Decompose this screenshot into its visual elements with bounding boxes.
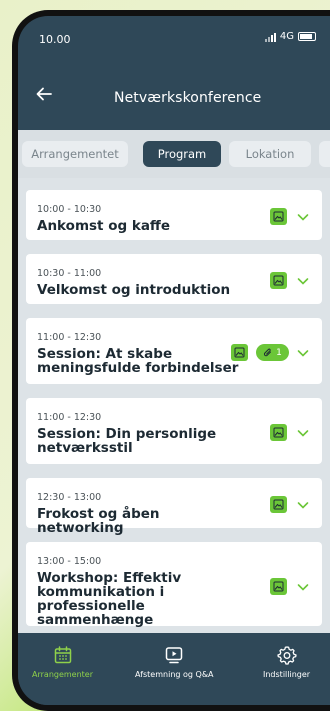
nav-label: Indstillinger — [263, 670, 311, 679]
calendar-icon — [54, 646, 71, 664]
network-type: 4G — [279, 31, 294, 42]
session-time: 12:30 - 13:00 — [37, 492, 102, 503]
image-icon — [270, 424, 287, 441]
image-icon — [270, 272, 287, 289]
status-indicators: 4G — [264, 31, 316, 42]
tab-lokation[interactable]: Lokation — [229, 141, 311, 167]
session-time: 13:00 - 15:00 — [37, 556, 102, 567]
chevron-down-icon[interactable] — [296, 274, 310, 288]
chevron-down-icon[interactable] — [296, 580, 310, 594]
gear-icon — [276, 646, 297, 665]
session-time: 11:00 - 12:30 — [37, 412, 102, 423]
tab-arrangementet[interactable]: Arrangementet — [22, 141, 128, 167]
nav-item-afstemning[interactable]: Afstemning og Q&A — [135, 645, 214, 679]
attachment-count: 1 — [276, 347, 282, 358]
session-card[interactable]: 12:30 - 13:00 Frokost og åben networking — [26, 478, 322, 535]
session-title: Ankomst og kaffe — [37, 218, 171, 234]
app-bar: Netværkskonference — [18, 74, 330, 114]
session-time: 10:00 - 10:30 — [37, 204, 102, 215]
nav-item-indstillinger[interactable]: Indstillinger — [263, 645, 310, 679]
image-icon — [270, 208, 287, 225]
arrow-left-icon — [36, 87, 52, 101]
app-screen: 10.00 4G Netværkskonference Arrangemente… — [18, 16, 330, 705]
tab-bar: Arrangementet Program Lokation D — [18, 130, 330, 178]
session-title: Session: Din personlige netværksstil — [37, 426, 217, 456]
attachment-badge: 1 — [256, 344, 289, 361]
session-title: Workshop: Effektiv kommunikation i profe… — [37, 570, 182, 628]
nav-label: Afstemning og Q&A — [135, 670, 214, 679]
back-button[interactable] — [30, 80, 58, 108]
session-time: 11:00 - 12:30 — [37, 332, 102, 343]
phone-frame: 10.00 4G Netværkskonference Arrangemente… — [12, 10, 330, 711]
play-screen-icon — [166, 647, 183, 664]
tab-more[interactable]: D — [319, 141, 330, 167]
status-bar: 10.00 4G — [18, 16, 330, 56]
session-title: Velkomst og introduktion — [37, 282, 231, 298]
program-list: 10:00 - 10:30 Ankomst og kaffe 10:30 - 1… — [18, 178, 330, 633]
image-icon — [270, 496, 287, 513]
session-card[interactable]: 13:00 - 15:00 Workshop: Effektiv kommuni… — [26, 542, 322, 628]
chevron-down-icon[interactable] — [296, 346, 310, 360]
chevron-down-icon[interactable] — [296, 498, 310, 512]
session-card[interactable]: 11:00 - 12:30 Session: Din personlige ne… — [26, 398, 322, 464]
session-time: 10:30 - 11:00 — [37, 268, 102, 279]
session-card[interactable]: 10:00 - 10:30 Ankomst og kaffe — [26, 190, 322, 240]
nav-item-arrangementer[interactable]: Arrangementer — [32, 645, 93, 679]
chevron-down-icon[interactable] — [296, 210, 310, 224]
session-card[interactable]: 11:00 - 12:30 Session: At skabe meningsf… — [26, 318, 322, 384]
session-title: Session: At skabe meningsfulde forbindel… — [37, 346, 239, 376]
bottom-navigation: Arrangementer Afstemning og Q&A Indstill… — [18, 633, 330, 705]
page-title: Netværkskonference — [114, 90, 262, 106]
signal-icon — [264, 32, 276, 42]
image-icon — [231, 344, 248, 361]
paperclip-icon — [264, 348, 272, 356]
status-time: 10.00 — [39, 33, 71, 46]
session-card[interactable]: 10:30 - 11:00 Velkomst og introduktion — [26, 254, 322, 304]
nav-label: Arrangementer — [32, 670, 94, 679]
tab-program[interactable]: Program — [143, 141, 221, 167]
chevron-down-icon[interactable] — [296, 426, 310, 440]
session-title: Frokost og åben networking — [37, 506, 160, 536]
battery-icon — [298, 32, 316, 41]
image-icon — [270, 578, 287, 595]
